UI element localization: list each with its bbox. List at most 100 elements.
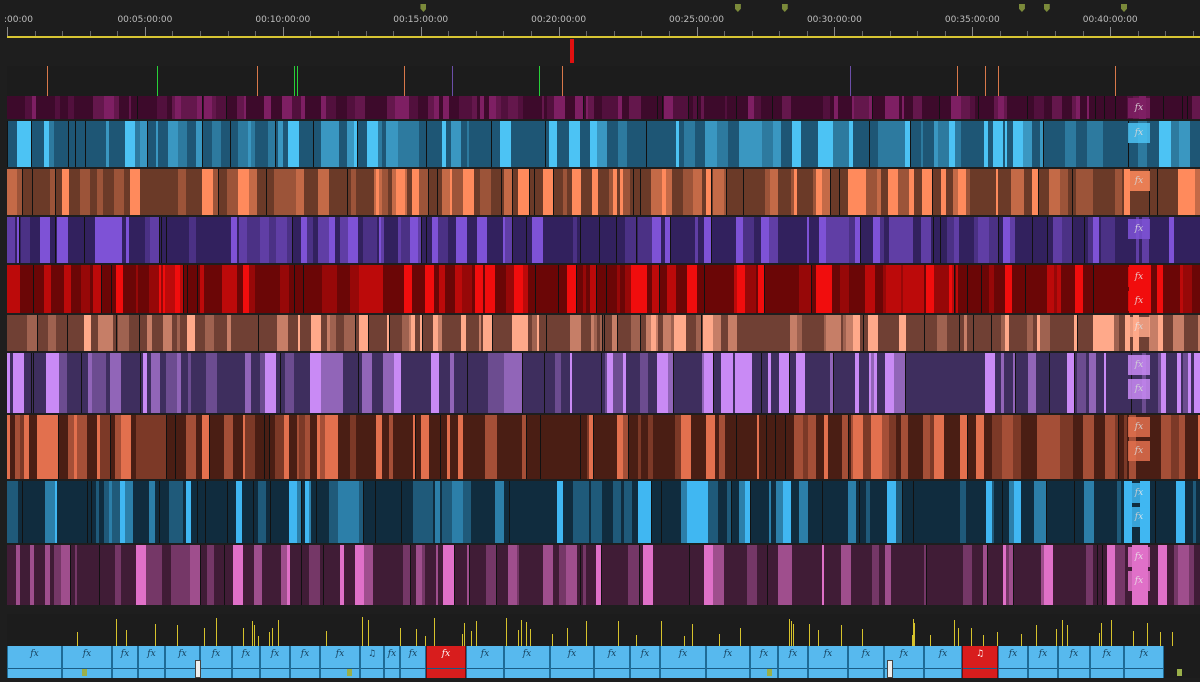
clip[interactable]: [318, 217, 326, 263]
clip[interactable]: [687, 481, 695, 543]
clip[interactable]: [1157, 265, 1163, 313]
clip[interactable]: [623, 169, 630, 215]
bottom-clip[interactable]: fx: [138, 646, 165, 678]
clip[interactable]: [683, 169, 693, 215]
clip[interactable]: [570, 353, 572, 413]
fx-badge[interactable]: fx: [1128, 355, 1150, 375]
clip[interactable]: [549, 121, 557, 167]
marker-line[interactable]: [850, 66, 851, 96]
clip[interactable]: [275, 415, 284, 479]
clip[interactable]: [102, 217, 111, 263]
clip[interactable]: [903, 265, 913, 313]
clip[interactable]: [355, 545, 364, 605]
fx-badge[interactable]: fx: [1128, 547, 1150, 567]
clip[interactable]: [537, 315, 539, 351]
clip[interactable]: [80, 169, 90, 215]
clip[interactable]: [704, 353, 713, 413]
clip[interactable]: [713, 545, 724, 605]
clip[interactable]: [282, 96, 292, 119]
clip[interactable]: [902, 217, 913, 263]
clip[interactable]: [796, 353, 805, 413]
clip[interactable]: [1160, 545, 1167, 605]
clip[interactable]: [57, 217, 68, 263]
clip[interactable]: [899, 315, 906, 351]
clip[interactable]: [93, 265, 101, 313]
clip[interactable]: [713, 315, 721, 351]
clip[interactable]: [518, 169, 529, 215]
clip[interactable]: [309, 545, 320, 605]
clip[interactable]: [402, 315, 409, 351]
clip[interactable]: [443, 96, 449, 119]
clip[interactable]: [898, 169, 909, 215]
clip[interactable]: [265, 353, 276, 413]
clip[interactable]: [216, 96, 226, 119]
clip[interactable]: [555, 353, 561, 413]
work-area-bar[interactable]: [7, 36, 1200, 38]
clip[interactable]: [388, 121, 398, 167]
clip[interactable]: [350, 415, 356, 479]
bottom-clip[interactable]: fx: [290, 646, 320, 678]
bottom-clip[interactable]: fx: [594, 646, 630, 678]
ruler-marker-icon[interactable]: [420, 4, 427, 12]
clip[interactable]: [389, 415, 393, 479]
clip[interactable]: [163, 315, 172, 351]
clip[interactable]: [588, 96, 594, 119]
clip[interactable]: [332, 353, 343, 413]
clip[interactable]: [330, 315, 336, 351]
clip[interactable]: [629, 96, 638, 119]
clip[interactable]: [992, 481, 994, 543]
clip[interactable]: [55, 481, 57, 543]
clip[interactable]: [436, 545, 438, 605]
clip[interactable]: [921, 217, 931, 263]
clip[interactable]: [711, 415, 715, 479]
clip[interactable]: [716, 169, 724, 215]
ruler-marker-icon[interactable]: [734, 4, 741, 12]
clip[interactable]: [992, 415, 1002, 479]
clip[interactable]: [663, 315, 671, 351]
clip[interactable]: [1086, 481, 1094, 543]
clip[interactable]: [96, 481, 99, 543]
fx-badge[interactable]: fx: [1128, 123, 1150, 143]
clip[interactable]: [125, 121, 135, 167]
clip[interactable]: [757, 415, 759, 479]
clip[interactable]: [771, 217, 778, 263]
clip[interactable]: [888, 169, 898, 215]
clip[interactable]: [1077, 353, 1086, 413]
clip[interactable]: [251, 121, 255, 167]
fx-badge[interactable]: fx: [1128, 507, 1150, 527]
clip[interactable]: [543, 169, 553, 215]
clip[interactable]: [288, 121, 299, 167]
clip[interactable]: [743, 353, 752, 413]
bottom-clip[interactable]: fx: [1090, 646, 1124, 678]
clip[interactable]: [447, 415, 450, 479]
clip[interactable]: [450, 353, 454, 413]
clip[interactable]: [623, 353, 626, 413]
clip[interactable]: [112, 481, 120, 543]
clip[interactable]: [841, 545, 851, 605]
clip[interactable]: [1124, 415, 1127, 479]
clip[interactable]: [305, 415, 310, 479]
bottom-clip[interactable]: fx: [426, 646, 466, 678]
clip[interactable]: [62, 169, 69, 215]
clip[interactable]: [687, 265, 697, 313]
clip[interactable]: [1034, 96, 1044, 119]
clip[interactable]: [486, 545, 496, 605]
clip[interactable]: [643, 545, 653, 605]
marker-line[interactable]: [47, 66, 48, 96]
clip[interactable]: [996, 169, 998, 215]
clip[interactable]: [639, 265, 647, 313]
clip[interactable]: [438, 217, 448, 263]
clip[interactable]: [409, 96, 418, 119]
clip[interactable]: [892, 96, 899, 119]
fx-badge[interactable]: fx: [1128, 267, 1150, 287]
clip[interactable]: [877, 169, 881, 215]
clip[interactable]: [964, 315, 967, 351]
clip[interactable]: [566, 545, 577, 605]
clip[interactable]: [285, 169, 296, 215]
clip[interactable]: [792, 121, 801, 167]
clip[interactable]: [753, 121, 762, 167]
clip[interactable]: [736, 217, 743, 263]
clip[interactable]: [818, 121, 829, 167]
clip[interactable]: [130, 169, 140, 215]
clip[interactable]: [573, 481, 582, 543]
